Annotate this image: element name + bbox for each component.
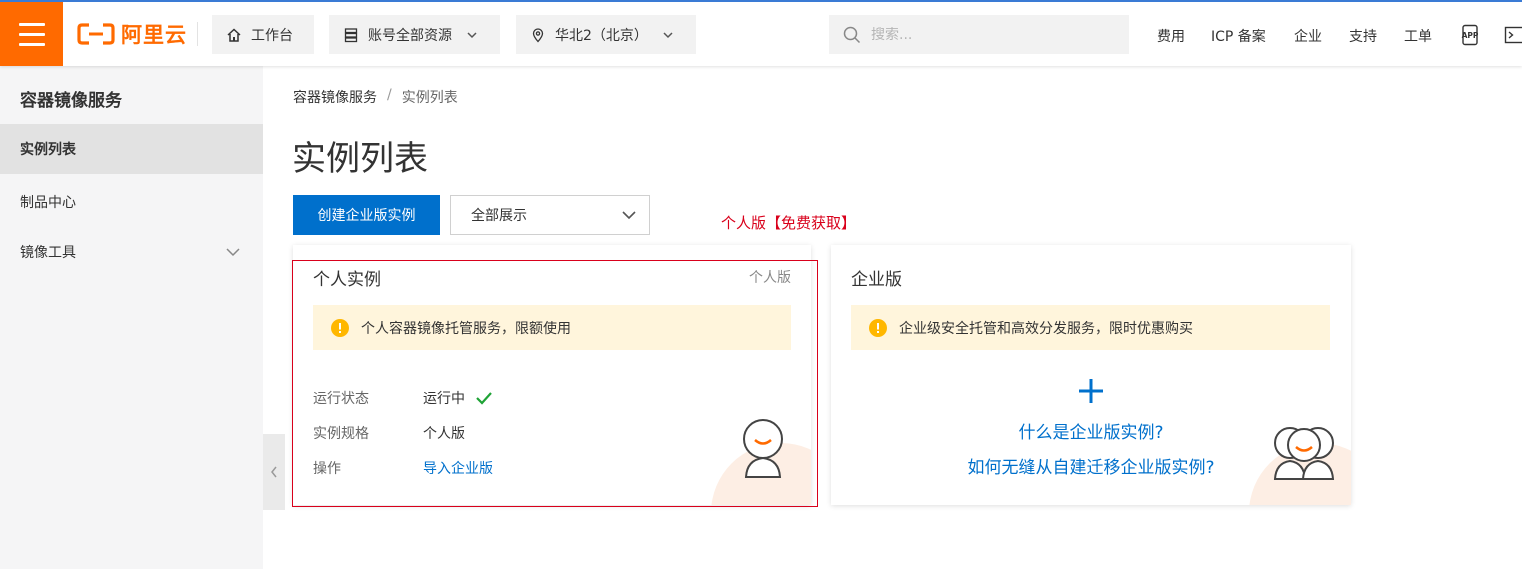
chevron-down-icon: [226, 248, 240, 257]
card-tag: 个人版: [749, 270, 791, 286]
resources-dropdown[interactable]: 账号全部资源: [329, 15, 500, 54]
create-enterprise-instance-button[interactable]: 创建企业版实例: [293, 195, 440, 235]
sidebar-collapse-handle[interactable]: [263, 434, 285, 510]
menu-icon[interactable]: [0, 2, 63, 66]
info-alert: 企业级安全托管和高效分发服务，限时优惠购买: [851, 305, 1330, 350]
app-icon[interactable]: APP: [1459, 24, 1481, 46]
workbench-button[interactable]: 工作台: [212, 15, 314, 54]
location-pin-icon: [532, 27, 544, 42]
breadcrumb: 容器镜像服务 / 实例列表: [293, 87, 458, 107]
search-input[interactable]: [871, 26, 1111, 43]
top-link-enterprise[interactable]: 企业: [1294, 26, 1322, 46]
logo-mark-icon: [77, 23, 115, 45]
chevron-down-icon: [622, 211, 636, 220]
row-value: 个人版: [423, 426, 465, 442]
row-key: 实例规格: [313, 426, 369, 442]
logo-text: 阿里云: [121, 23, 187, 47]
alert-text: 企业级安全托管和高效分发服务，限时优惠购买: [899, 320, 1193, 337]
top-link-ticket[interactable]: 工单: [1404, 26, 1432, 46]
check-icon: [476, 392, 492, 405]
sidebar-item-image-tools[interactable]: 镜像工具: [0, 227, 263, 277]
sidebar-item-label: 实例列表: [20, 142, 76, 158]
group-avatar-icon: [1273, 427, 1335, 480]
region-label: 华北2（北京）: [555, 27, 648, 44]
top-link-billing[interactable]: 费用: [1157, 26, 1185, 46]
sidebar-title: 容器镜像服务: [20, 91, 122, 111]
resource-stack-icon: [344, 27, 358, 42]
info-row-status: 运行状态 运行中: [313, 388, 493, 408]
row-key: 操作: [313, 461, 341, 477]
info-row-actions: 操作 导入企业版: [313, 458, 493, 478]
plus-icon[interactable]: [1077, 377, 1105, 405]
sidebar: 容器镜像服务 实例列表 制品中心 镜像工具: [0, 66, 263, 569]
annotation-label: 个人版【免费获取】: [721, 214, 857, 232]
workbench-label: 工作台: [251, 27, 293, 44]
user-avatar-icon: [743, 419, 783, 478]
info-alert: 个人容器镜像托管服务，限额使用: [313, 305, 791, 350]
breadcrumb-separator: /: [387, 87, 392, 103]
top-link-icp[interactable]: ICP 备案: [1211, 26, 1266, 46]
chevron-down-icon: [467, 31, 477, 38]
chevron-down-icon: [663, 31, 673, 38]
card-title: 个人实例: [313, 270, 381, 290]
top-navigation-bar: 阿里云 工作台 账号全部资源 华北2（北京） 搜索... 费用 ICP 备案 企…: [0, 0, 1522, 66]
status-text: 运行中: [423, 391, 465, 407]
sidebar-item-artifact-center[interactable]: 制品中心: [0, 177, 263, 227]
row-value: 运行中: [423, 388, 493, 408]
breadcrumb-current: 实例列表: [401, 90, 458, 106]
enterprise-instance-card: 企业版 企业级安全托管和高效分发服务，限时优惠购买 什么是企业版实例? 如何无缝…: [831, 245, 1351, 505]
personal-instance-card: 个人实例 个人版 个人容器镜像托管服务，限额使用 运行状态 运行中 实例规格 个…: [293, 245, 811, 505]
chevron-left-icon: [271, 466, 277, 478]
svg-text:APP: APP: [1462, 31, 1479, 40]
select-value: 全部展示: [471, 208, 527, 224]
warning-icon: [331, 318, 349, 337]
card-title: 企业版: [851, 270, 902, 290]
aliyun-logo[interactable]: 阿里云: [77, 20, 187, 48]
info-row-spec: 实例规格 个人版: [313, 423, 465, 443]
sidebar-item-label: 制品中心: [20, 195, 76, 211]
sidebar-item-instance-list[interactable]: 实例列表: [0, 124, 263, 174]
home-icon: [227, 27, 241, 42]
alert-text: 个人容器镜像托管服务，限额使用: [361, 320, 571, 337]
search-box[interactable]: [829, 15, 1129, 54]
warning-icon: [869, 318, 887, 337]
page-title: 实例列表: [292, 139, 428, 179]
display-filter-select[interactable]: 全部展示: [450, 195, 650, 235]
sidebar-item-label: 镜像工具: [20, 245, 76, 261]
search-icon: [843, 26, 861, 43]
breadcrumb-link[interactable]: 容器镜像服务: [293, 87, 377, 107]
divider: [197, 22, 198, 46]
region-dropdown[interactable]: 华北2（北京）: [516, 15, 696, 54]
import-enterprise-link[interactable]: 导入企业版: [423, 458, 493, 478]
terminal-icon[interactable]: [1504, 24, 1522, 46]
resources-label: 账号全部资源: [368, 27, 452, 44]
top-link-support[interactable]: 支持: [1349, 26, 1377, 46]
row-key: 运行状态: [313, 391, 369, 407]
